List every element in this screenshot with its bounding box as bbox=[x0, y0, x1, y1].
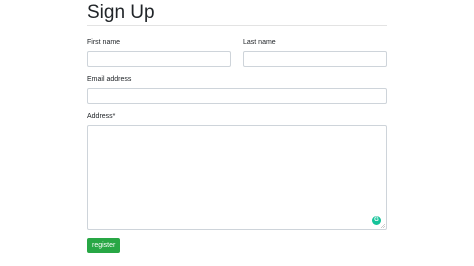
resize-handle-icon[interactable] bbox=[381, 224, 385, 228]
register-button[interactable]: register bbox=[87, 238, 121, 253]
email-label: Email address bbox=[87, 76, 132, 83]
address-label: Address* bbox=[87, 113, 116, 120]
grammarly-icon[interactable]: G bbox=[372, 216, 381, 225]
first-name-group: First name bbox=[87, 38, 231, 67]
email-group: Email address bbox=[87, 75, 387, 104]
address-group: Address* G bbox=[87, 112, 387, 230]
last-name-label: Last name bbox=[243, 39, 276, 46]
address-textarea[interactable]: G bbox=[87, 125, 387, 230]
signup-form: Sign Up First name Last name Email addre… bbox=[87, 0, 387, 253]
email-field[interactable] bbox=[87, 88, 387, 104]
first-name-field[interactable] bbox=[87, 51, 231, 67]
last-name-group: Last name bbox=[243, 38, 387, 67]
page-title: Sign Up bbox=[87, 2, 155, 23]
name-row: First name Last name bbox=[87, 38, 387, 67]
last-name-field[interactable] bbox=[243, 51, 387, 67]
page: Sign Up First name Last name Email addre… bbox=[0, 0, 474, 266]
title-divider bbox=[87, 25, 387, 26]
first-name-label: First name bbox=[87, 39, 121, 46]
